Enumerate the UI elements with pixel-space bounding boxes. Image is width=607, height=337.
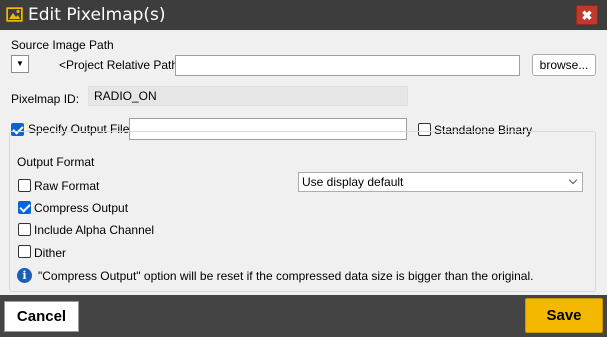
pixelmap-id-label: Pixelmap ID: xyxy=(11,92,80,106)
raw-format-checkbox[interactable] xyxy=(18,179,31,192)
include-alpha-channel-checkbox[interactable] xyxy=(18,223,31,236)
include-alpha-channel-label: Include Alpha Channel xyxy=(34,223,155,237)
close-button[interactable]: ✖ xyxy=(576,5,598,25)
pixelmap-id-field[interactable]: RADIO_ON xyxy=(88,86,408,106)
compress-output-label: Compress Output xyxy=(34,201,129,215)
output-format-title: Output Format xyxy=(14,155,98,170)
browse-button[interactable]: browse... xyxy=(532,54,596,76)
cancel-button[interactable]: Cancel xyxy=(4,301,79,332)
source-image-path-label: Source Image Path xyxy=(11,38,114,52)
window-title: Edit Pixelmap(s) xyxy=(28,5,166,25)
dither-checkbox[interactable] xyxy=(18,245,31,258)
format-select-value: Use display default xyxy=(302,175,404,189)
footer-bar xyxy=(0,295,607,337)
format-select[interactable]: Use display default xyxy=(298,172,583,192)
source-path-input[interactable] xyxy=(175,55,520,76)
compress-output-checkbox[interactable] xyxy=(18,201,31,214)
path-mode-dropdown[interactable]: ▼ xyxy=(11,55,29,73)
title-bar: Edit Pixelmap(s) ✖ xyxy=(0,0,607,30)
raw-format-label: Raw Format xyxy=(34,179,100,193)
chevron-down-icon xyxy=(568,175,578,185)
dither-label: Dither xyxy=(34,246,67,260)
info-icon: i xyxy=(17,268,32,283)
save-button[interactable]: Save xyxy=(525,298,603,333)
info-message: "Compress Output" option will be reset i… xyxy=(38,269,534,283)
path-mode-label: <Project Relative Path> xyxy=(59,58,186,72)
image-icon xyxy=(6,7,23,22)
